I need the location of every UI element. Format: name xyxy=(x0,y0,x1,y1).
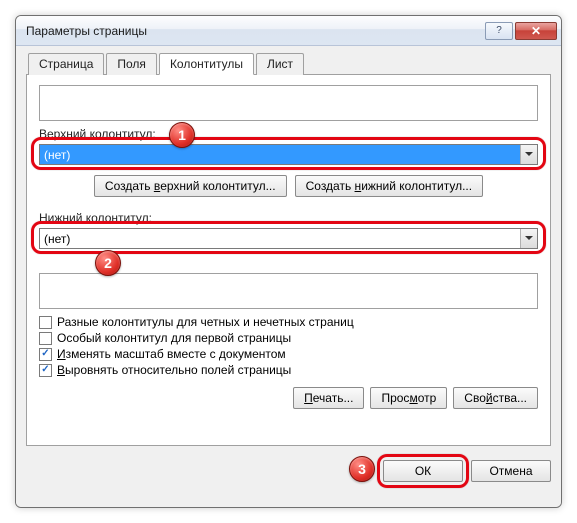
create-footer-button[interactable]: Создать нижний колонтитул... xyxy=(295,175,483,197)
header-combo[interactable]: (нет) xyxy=(39,144,538,165)
window-title: Параметры страницы xyxy=(26,24,483,38)
footer-combo-value: (нет) xyxy=(40,229,520,248)
tab-panel-headers: Верхний колонтитул: (нет) 1 Создать верх… xyxy=(26,74,551,446)
tab-page[interactable]: Страница xyxy=(28,53,104,75)
align-checkbox[interactable] xyxy=(39,364,52,377)
chevron-down-icon[interactable] xyxy=(520,145,537,164)
annotation-marker-1: 1 xyxy=(169,122,195,148)
tab-sheet[interactable]: Лист xyxy=(256,53,304,75)
tab-headers[interactable]: Колонтитулы xyxy=(159,53,254,75)
scale-checkbox[interactable] xyxy=(39,348,52,361)
footer-combo[interactable]: (нет) xyxy=(39,228,538,249)
footer-combo-label: Нижний колонтитул: xyxy=(39,211,538,225)
annotation-marker-3: 3 xyxy=(349,456,375,482)
print-button[interactable]: Печать... xyxy=(293,387,364,409)
odd-even-label: Разные колонтитулы для четных и нечетных… xyxy=(57,315,354,329)
help-button[interactable]: ? xyxy=(485,22,513,40)
ok-button[interactable]: ОК xyxy=(383,460,463,482)
page-setup-dialog: Параметры страницы ? ✕ Страница Поля Кол… xyxy=(15,15,562,508)
header-preview xyxy=(39,85,538,121)
footer-preview xyxy=(39,273,538,309)
properties-button[interactable]: Свойства... xyxy=(453,387,538,409)
header-combo-value: (нет) xyxy=(40,145,520,164)
create-header-button[interactable]: Создать верхний колонтитул... xyxy=(94,175,287,197)
odd-even-checkbox[interactable] xyxy=(39,316,52,329)
scale-label: Изменять масштаб вместе с документом xyxy=(57,347,286,361)
close-button[interactable]: ✕ xyxy=(515,22,557,40)
align-label: Выровнять относительно полей страницы xyxy=(57,363,291,377)
tab-fields[interactable]: Поля xyxy=(106,53,157,75)
annotation-marker-2: 2 xyxy=(95,250,121,276)
cancel-button[interactable]: Отмена xyxy=(471,460,551,482)
first-page-checkbox[interactable] xyxy=(39,332,52,345)
tab-strip: Страница Поля Колонтитулы Лист xyxy=(28,53,551,75)
titlebar[interactable]: Параметры страницы ? ✕ xyxy=(16,16,561,46)
preview-button[interactable]: Просмотр xyxy=(370,387,447,409)
first-page-label: Особый колонтитул для первой страницы xyxy=(57,331,291,345)
header-combo-label: Верхний колонтитул: xyxy=(39,127,538,141)
chevron-down-icon[interactable] xyxy=(520,229,537,248)
